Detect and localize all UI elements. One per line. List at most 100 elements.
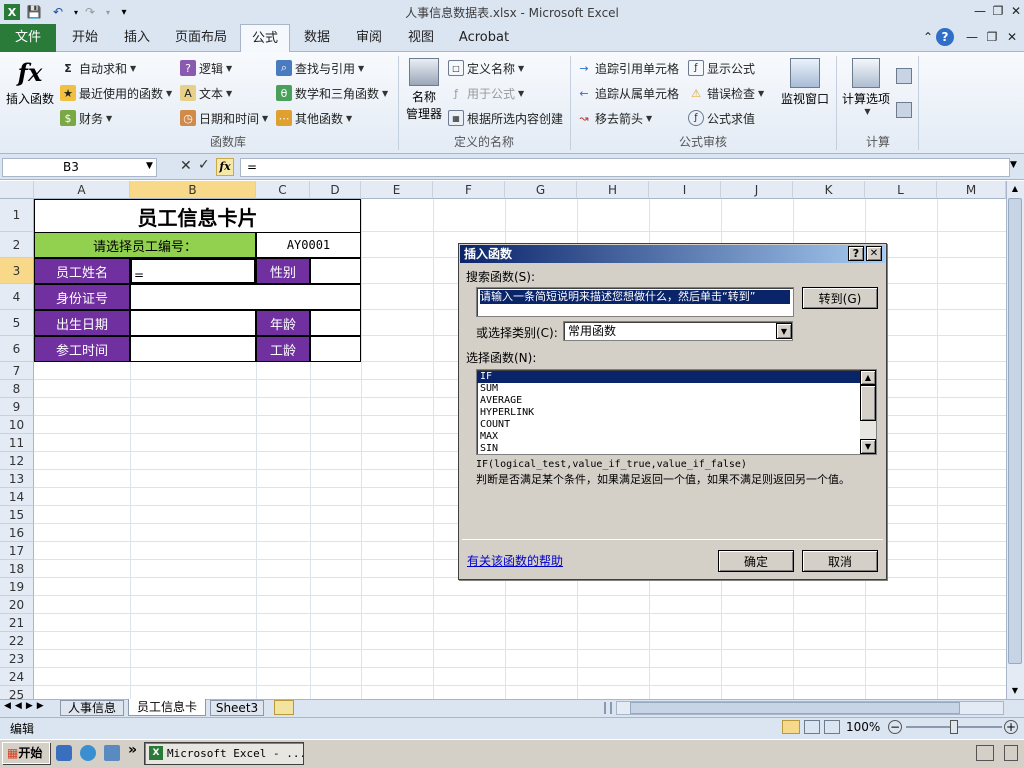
evaluate-formula-button[interactable]: ƒ 公式求值: [688, 108, 755, 128]
select-all-corner[interactable]: [0, 181, 34, 199]
help-icon[interactable]: ?: [936, 28, 954, 46]
horizontal-scroll-thumb[interactable]: [630, 702, 960, 714]
datetime-button[interactable]: ◷ 日期和时间 ▼: [180, 108, 268, 128]
text-button[interactable]: A 文本 ▼: [180, 83, 232, 103]
gender-cell[interactable]: [310, 258, 361, 284]
row-header[interactable]: 10: [0, 416, 34, 434]
calc-sheet-icon[interactable]: [896, 102, 912, 118]
row-header[interactable]: 21: [0, 614, 34, 632]
id-number-cell[interactable]: [130, 284, 361, 310]
page-break-view-icon[interactable]: [824, 720, 840, 734]
row-header[interactable]: 19: [0, 578, 34, 596]
row-header[interactable]: 15: [0, 506, 34, 524]
age-cell[interactable]: [310, 310, 361, 336]
search-function-input[interactable]: 请输入一条简短说明来描述您想做什么，然后单击“转到”: [476, 287, 794, 317]
row-header[interactable]: 11: [0, 434, 34, 452]
logical-button[interactable]: ? 逻辑 ▼: [180, 58, 232, 78]
normal-view-icon[interactable]: [782, 720, 800, 734]
tab-review[interactable]: 审阅: [346, 24, 392, 52]
col-header[interactable]: K: [793, 181, 865, 199]
tab-split-handle[interactable]: [604, 702, 612, 714]
function-list-item[interactable]: HYPERLINK: [477, 407, 876, 419]
zoom-level[interactable]: 100%: [846, 720, 880, 734]
row-header[interactable]: 2: [0, 232, 34, 258]
col-header[interactable]: F: [433, 181, 505, 199]
tenure-cell[interactable]: [310, 336, 361, 362]
go-button[interactable]: 转到(G): [802, 287, 878, 309]
tab-page-layout[interactable]: 页面布局: [168, 24, 234, 52]
col-header[interactable]: J: [721, 181, 793, 199]
taskbar-excel-window[interactable]: Microsoft Excel - ...: [144, 742, 304, 765]
minimize-icon[interactable]: —: [970, 2, 990, 20]
join-date-cell[interactable]: [130, 336, 256, 362]
start-button[interactable]: ▦开始: [2, 742, 50, 764]
tab-data[interactable]: 数据: [294, 24, 340, 52]
remove-arrows-button[interactable]: ↝ 移去箭头 ▼: [576, 108, 652, 128]
function-list-item[interactable]: IF: [477, 371, 876, 383]
tab-acrobat[interactable]: Acrobat: [452, 24, 516, 52]
scroll-up-icon[interactable]: ▲: [1008, 184, 1022, 196]
formula-input[interactable]: =: [240, 158, 1010, 177]
show-formulas-button[interactable]: ƒ 显示公式: [688, 58, 755, 78]
row-header[interactable]: 5: [0, 310, 34, 336]
row-header[interactable]: 6: [0, 336, 34, 362]
sheet-tab[interactable]: Sheet3: [210, 700, 264, 716]
math-button[interactable]: θ 数学和三角函数 ▼: [276, 83, 388, 103]
sheet-nav-icons[interactable]: ◀◀▶▶: [4, 701, 48, 711]
row-header[interactable]: 16: [0, 524, 34, 542]
category-dropdown-icon[interactable]: ▼: [776, 323, 792, 339]
ie-icon[interactable]: [80, 745, 96, 761]
more-functions-button[interactable]: ⋯ 其他函数 ▼: [276, 108, 352, 128]
desktop-icon[interactable]: [56, 745, 72, 761]
row-header[interactable]: 7: [0, 362, 34, 380]
cancel-button[interactable]: 取消: [802, 550, 878, 572]
function-list-item[interactable]: COUNT: [477, 419, 876, 431]
name-manager-button[interactable]: 名称 管理器: [402, 56, 446, 126]
employee-id-cell[interactable]: AY0001: [256, 232, 361, 258]
confirm-entry-icon[interactable]: ✓: [198, 157, 210, 173]
function-list-item[interactable]: AVERAGE: [477, 395, 876, 407]
watch-window-button[interactable]: 监视窗口: [778, 56, 832, 116]
expand-formula-icon[interactable]: ▼: [1010, 160, 1017, 170]
row-header[interactable]: 18: [0, 560, 34, 578]
sheet-tab-active[interactable]: 员工信息卡: [128, 699, 206, 716]
cancel-entry-icon[interactable]: ✕: [180, 158, 192, 174]
create-from-selection-button[interactable]: ▦ 根据所选内容创建: [448, 108, 563, 128]
function-help-link[interactable]: 有关该函数的帮助: [467, 552, 563, 569]
row-header[interactable]: 1: [0, 199, 34, 232]
trace-precedents-button[interactable]: → 追踪引用单元格: [576, 58, 679, 78]
taskbar-chevron-icon[interactable]: »: [128, 742, 137, 758]
financial-button[interactable]: $ 财务 ▼: [60, 108, 112, 128]
ribbon-minimize-icon[interactable]: —: [962, 28, 982, 46]
col-header[interactable]: L: [865, 181, 937, 199]
col-header[interactable]: G: [505, 181, 577, 199]
scroll-down-icon[interactable]: ▼: [860, 439, 876, 454]
tab-insert[interactable]: 插入: [112, 24, 162, 52]
row-header[interactable]: 22: [0, 632, 34, 650]
error-checking-button[interactable]: ⚠ 错误检查 ▼: [688, 83, 764, 103]
restore-icon[interactable]: ❐: [988, 2, 1008, 20]
insert-sheet-icon[interactable]: [274, 700, 294, 715]
col-header[interactable]: M: [937, 181, 1006, 199]
ok-button[interactable]: 确定: [718, 550, 794, 572]
col-header[interactable]: H: [577, 181, 649, 199]
tab-formulas[interactable]: 公式: [240, 24, 290, 53]
dialog-close-icon[interactable]: ✕: [866, 246, 882, 261]
keyboard-icon[interactable]: [976, 745, 994, 761]
page-layout-view-icon[interactable]: [804, 720, 820, 734]
zoom-in-icon[interactable]: +: [1004, 720, 1018, 734]
ribbon-restore-icon[interactable]: ❐: [982, 28, 1002, 46]
tray-icon[interactable]: [1004, 745, 1018, 761]
define-name-button[interactable]: □ 定义名称 ▼: [448, 58, 524, 78]
insert-function-icon[interactable]: fx: [216, 158, 234, 176]
col-header[interactable]: B: [130, 181, 256, 199]
calc-now-icon[interactable]: [896, 68, 912, 84]
scroll-thumb[interactable]: [860, 385, 876, 421]
function-list-item[interactable]: SIN: [477, 443, 876, 455]
row-header[interactable]: 24: [0, 668, 34, 686]
scroll-down-icon[interactable]: ▼: [1008, 686, 1022, 698]
insert-function-button[interactable]: fx 插入函数: [4, 56, 56, 116]
lookup-button[interactable]: ⌕ 查找与引用 ▼: [276, 58, 364, 78]
row-header[interactable]: 17: [0, 542, 34, 560]
ribbon-close-icon[interactable]: ✕: [1002, 28, 1022, 46]
